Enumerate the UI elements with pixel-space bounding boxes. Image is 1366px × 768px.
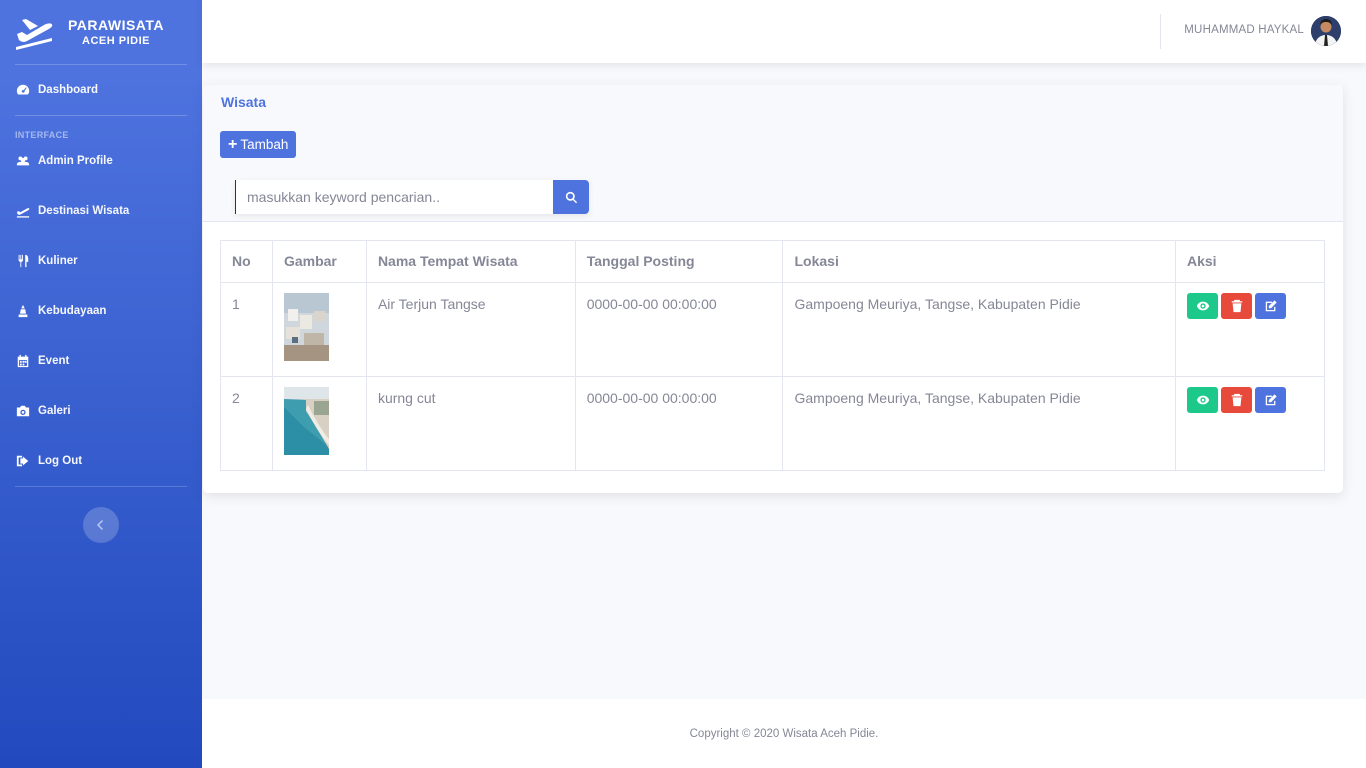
edit-icon bbox=[1265, 394, 1277, 406]
cell-aksi bbox=[1175, 376, 1325, 471]
landmark-icon bbox=[15, 304, 30, 319]
avatar[interactable] bbox=[1311, 16, 1341, 46]
cell-nama: kurng cut bbox=[365, 376, 576, 471]
cell-nama: Air Terjun Tangse bbox=[365, 282, 576, 377]
sidebar-divider bbox=[15, 486, 187, 487]
users-icon bbox=[15, 154, 30, 169]
wisata-table: No Gambar Nama Tempat Wisata Tanggal Pos… bbox=[220, 240, 1325, 471]
add-button-label: Tambah bbox=[240, 137, 289, 152]
sidebar-item-label: Dashboard bbox=[38, 84, 99, 96]
cell-no: 1 bbox=[220, 282, 273, 377]
column-header: Tanggal Posting bbox=[574, 240, 784, 283]
sidebar-item-log-out[interactable]: Log Out bbox=[0, 436, 202, 486]
table-row: 1 Air Terjun Tangse 0000-00-00 00:00:00 … bbox=[220, 282, 1325, 377]
cell-no: 2 bbox=[220, 376, 273, 471]
search-input[interactable] bbox=[235, 180, 553, 214]
sidebar-item-dashboard[interactable]: Dashboard bbox=[0, 65, 202, 115]
delete-button[interactable] bbox=[1221, 387, 1252, 413]
sidebar-item-label: Galeri bbox=[38, 405, 71, 417]
trash-icon bbox=[1231, 393, 1242, 407]
topbar-divider bbox=[1160, 14, 1161, 49]
copyright-text: Copyright © 2020 Wisata Aceh Pidie. bbox=[689, 727, 879, 740]
topbar: MUHAMMAD HAYKAL bbox=[202, 0, 1366, 63]
sidebar-item-kuliner[interactable]: Kuliner bbox=[0, 236, 202, 286]
sidebar-item-label: Admin Profile bbox=[38, 155, 113, 167]
user-name[interactable]: MUHAMMAD HAYKAL bbox=[1184, 24, 1304, 36]
table-header-row: No Gambar Nama Tempat Wisata Tanggal Pos… bbox=[220, 240, 1325, 283]
edit-button[interactable] bbox=[1255, 293, 1286, 319]
column-header: No bbox=[220, 240, 273, 283]
brand[interactable]: PARAWISATA ACEH PIDIE bbox=[0, 0, 202, 64]
search-button[interactable] bbox=[553, 180, 589, 214]
column-header: Lokasi bbox=[782, 240, 1176, 283]
delete-button[interactable] bbox=[1221, 293, 1252, 319]
column-header: Aksi bbox=[1175, 240, 1325, 283]
tachometer-icon bbox=[15, 83, 30, 98]
wisata-card: Wisata + Tambah No Gambar Nama Tempat Wi… bbox=[203, 85, 1343, 493]
footer: Copyright © 2020 Wisata Aceh Pidie. bbox=[202, 699, 1366, 768]
sidebar-item-event[interactable]: Event bbox=[0, 336, 202, 386]
sidebar-item-label: Kebudayaan bbox=[38, 305, 107, 317]
destination-thumbnail[interactable] bbox=[283, 293, 329, 361]
utensils-icon bbox=[15, 254, 30, 269]
brand-title: PARAWISATA bbox=[68, 17, 164, 33]
cell-tanggal: 0000-00-00 00:00:00 bbox=[574, 376, 784, 471]
sidebar-item-kebudayaan[interactable]: Kebudayaan bbox=[0, 286, 202, 336]
column-header: Nama Tempat Wisata bbox=[365, 240, 576, 283]
chevron-left-icon bbox=[97, 520, 103, 530]
sidebar: PARAWISATA ACEH PIDIE Dashboard INTERFAC… bbox=[0, 0, 202, 768]
sign-out-icon bbox=[15, 454, 30, 469]
search-icon bbox=[565, 191, 577, 203]
sidebar-item-admin-profile[interactable]: Admin Profile bbox=[0, 136, 202, 186]
sidebar-item-label: Event bbox=[38, 355, 70, 367]
view-button[interactable] bbox=[1187, 387, 1218, 413]
column-header: Gambar bbox=[271, 240, 367, 283]
edit-icon bbox=[1265, 300, 1277, 312]
cell-aksi bbox=[1175, 282, 1325, 377]
eye-icon bbox=[1196, 301, 1209, 311]
camera-icon bbox=[15, 404, 30, 419]
sidebar-toggle-button[interactable] bbox=[83, 507, 119, 543]
sidebar-item-label: Destinasi Wisata bbox=[38, 205, 130, 217]
calendar-icon bbox=[15, 354, 30, 369]
eye-icon bbox=[1196, 395, 1209, 405]
add-button[interactable]: + Tambah bbox=[220, 131, 297, 158]
cell-image bbox=[271, 376, 367, 471]
plane-departure-icon bbox=[14, 14, 54, 50]
trash-icon bbox=[1231, 299, 1242, 313]
search-bar bbox=[235, 180, 589, 214]
cell-image bbox=[271, 282, 367, 377]
table-row: 2 kurng cut 0000-00-00 00:00:00 Gampoeng… bbox=[220, 376, 1325, 471]
cell-tanggal: 0000-00-00 00:00:00 bbox=[574, 282, 784, 377]
edit-button[interactable] bbox=[1255, 387, 1286, 413]
sidebar-item-destinasi-wisata[interactable]: Destinasi Wisata bbox=[0, 186, 202, 236]
page-title: Wisata bbox=[221, 94, 267, 110]
cell-lokasi: Gampoeng Meuriya, Tangse, Kabupaten Pidi… bbox=[782, 376, 1176, 471]
plane-icon bbox=[15, 204, 30, 219]
brand-subtitle: ACEH PIDIE bbox=[82, 35, 150, 47]
view-button[interactable] bbox=[1187, 293, 1218, 319]
plus-icon: + bbox=[228, 135, 238, 153]
destination-thumbnail[interactable] bbox=[283, 387, 329, 455]
sidebar-item-galeri[interactable]: Galeri bbox=[0, 386, 202, 436]
cell-lokasi: Gampoeng Meuriya, Tangse, Kabupaten Pidi… bbox=[782, 282, 1176, 377]
sidebar-item-label: Kuliner bbox=[38, 255, 78, 267]
card-header: Wisata + Tambah bbox=[203, 85, 1343, 222]
sidebar-item-label: Log Out bbox=[38, 455, 83, 467]
